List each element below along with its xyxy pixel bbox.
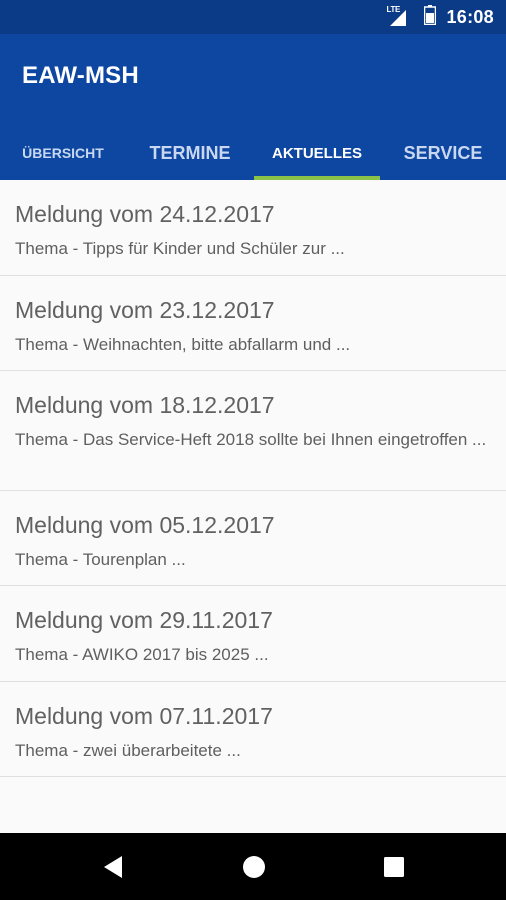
tab-uebersicht[interactable]: ÜBERSICHT [0,126,126,180]
back-icon[interactable] [83,833,143,900]
tab-service[interactable]: SERVICE [380,126,506,180]
news-title: Meldung vom 23.12.2017 [15,297,275,323]
news-subtitle: Thema - zwei überarbeitete ... [15,741,241,760]
tab-label: AKTUELLES [272,144,362,162]
recents-icon[interactable] [364,833,424,900]
news-title: Meldung vom 07.11.2017 [15,703,273,729]
tab-label: SERVICE [403,142,483,163]
tab-bar: ÜBERSICHT TERMINE AKTUELLES SERVICE [0,126,506,180]
app-title: EAW-MSH [22,62,139,89]
list-item[interactable]: Meldung vom 29.11.2017 Thema - AWIKO 201… [0,586,506,682]
app-bar: EAW-MSH ÜBERSICHT TERMINE AKTUELLES SERV… [0,34,506,180]
battery-icon [424,4,437,30]
news-list: Meldung vom 24.12.2017 Thema - Tipps für… [0,180,506,777]
list-item[interactable]: Meldung vom 24.12.2017 Thema - Tipps für… [0,180,506,276]
list-item[interactable]: Meldung vom 07.11.2017 Thema - zwei über… [0,682,506,777]
tab-label: TERMINE [149,142,231,163]
news-subtitle: Thema - Tipps für Kinder und Schüler zur… [15,239,345,258]
navigation-bar [0,833,506,900]
news-subtitle: Thema - Tourenplan ... [15,550,186,569]
news-subtitle: Thema - Weihnachten, bitte abfallarm und… [15,335,351,354]
news-subtitle: Thema - Das Service-Heft 2018 sollte bei… [15,430,487,449]
list-item[interactable]: Meldung vom 05.12.2017 Thema - Tourenpla… [0,491,506,586]
clock: 16:08 [446,6,494,27]
news-title: Meldung vom 18.12.2017 [15,392,275,418]
status-bar: LTE 16:08 [0,0,506,34]
tab-termine[interactable]: TERMINE [126,126,254,180]
tab-label: ÜBERSICHT [22,145,104,161]
network-type: LTE [386,5,401,14]
news-title: Meldung vom 29.11.2017 [15,607,273,633]
lte-signal-icon: LTE [386,5,408,26]
news-subtitle: Thema - AWIKO 2017 bis 2025 ... [15,645,269,664]
news-title: Meldung vom 24.12.2017 [15,201,275,227]
tab-aktuelles[interactable]: AKTUELLES [254,126,380,180]
list-item[interactable]: Meldung vom 18.12.2017 Thema - Das Servi… [0,371,506,491]
home-icon[interactable] [224,833,284,900]
news-title: Meldung vom 05.12.2017 [15,512,275,538]
list-item[interactable]: Meldung vom 23.12.2017 Thema - Weihnacht… [0,276,506,371]
